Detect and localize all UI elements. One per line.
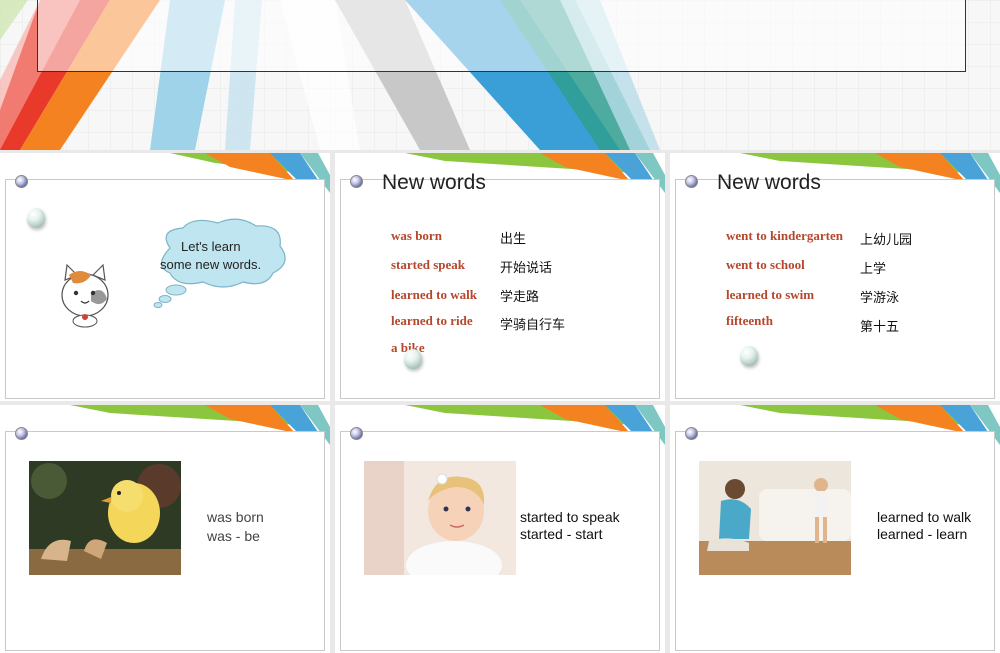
slide-bullet-icon: [350, 175, 363, 188]
bubble-text-line2: some new words.: [160, 257, 262, 272]
vocab-word: learned to ride: [391, 313, 473, 328]
slide-bullet-icon: [15, 427, 28, 440]
caption-line1: was born: [207, 509, 264, 525]
slide-thumbnail-4[interactable]: was born was - be: [0, 405, 330, 653]
vocab-translation: 第十五: [860, 320, 900, 335]
slide-content-area: [675, 179, 995, 399]
slide-bullet-icon: [15, 175, 28, 188]
caption-line2: was - be: [207, 528, 260, 544]
slide-thumbnail-1[interactable]: Let's learn some new words.: [0, 153, 330, 401]
vocab-word: was born: [391, 228, 442, 243]
caption-line1: started to speak: [520, 509, 620, 525]
slide-title: New words: [382, 171, 486, 194]
toddler-photo: [364, 461, 516, 575]
vocab-word: went to school: [726, 257, 805, 272]
water-drop-icon: [27, 208, 45, 228]
cat-mascot-icon: [61, 263, 109, 328]
slide-thumbnail-2[interactable]: New words was born 出生 started speak 开始说话…: [335, 153, 665, 401]
chick-photo: [29, 461, 181, 575]
slide-title: New words: [717, 171, 821, 194]
vocab-word: fifteenth: [726, 313, 773, 328]
slide-bullet-icon: [685, 175, 698, 188]
title-placeholder-box: [37, 0, 966, 72]
vocab-translation: 上幼儿园: [860, 233, 913, 248]
vocab-word: went to kindergarten: [726, 228, 843, 243]
vocab-translation: 学骑自行车: [500, 318, 566, 333]
bubble-text-line1: Let's learn: [181, 239, 241, 254]
water-drop-icon: [740, 346, 758, 366]
slide-bullet-icon: [685, 427, 698, 440]
top-slide-preview[interactable]: [0, 0, 1000, 150]
vocab-translation: 上学: [860, 262, 887, 277]
vocab-word: learned to swim: [726, 287, 815, 302]
caption-line1: learned to walk: [877, 509, 972, 525]
walking-baby-photo: [699, 461, 851, 575]
slide-bullet-icon: [350, 427, 363, 440]
vocab-translation: 出生: [500, 232, 527, 247]
vocab-word: learned to walk: [391, 287, 477, 302]
slide-thumbnail-5[interactable]: started to speak started - start: [335, 405, 665, 653]
vocab-translation: 学走路: [500, 290, 540, 305]
vocab-translation: 开始说话: [500, 261, 553, 276]
caption-line2: learned - learn: [877, 526, 968, 542]
water-drop-icon: [404, 349, 422, 369]
vocab-translation: 学游泳: [860, 291, 900, 306]
vocab-word: started speak: [391, 257, 466, 272]
caption-line2: started - start: [520, 526, 603, 542]
slide-thumbnail-3[interactable]: New words went to kindergarten 上幼儿园 went…: [670, 153, 1000, 401]
slide-thumbnail-6[interactable]: learned to walk learned - learn: [670, 405, 1000, 653]
